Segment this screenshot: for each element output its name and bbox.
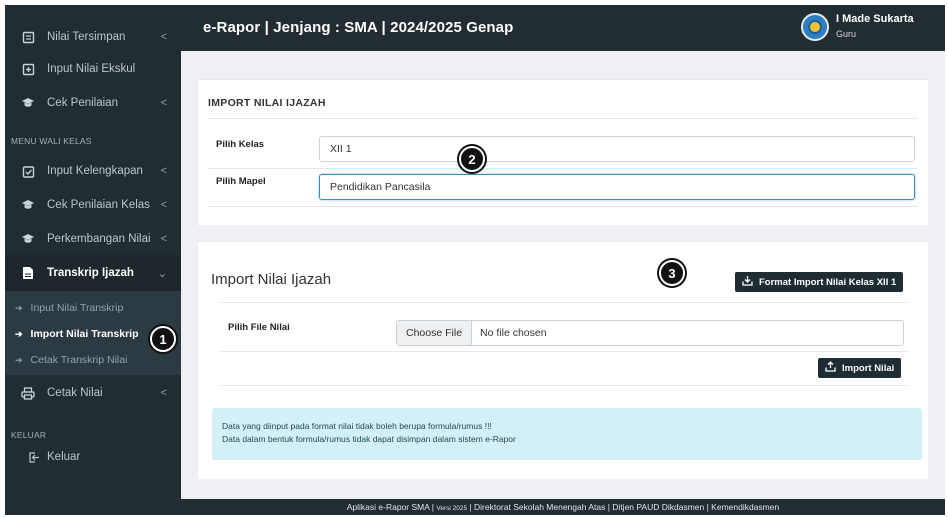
divider (220, 385, 908, 386)
format-import-label: Format Import Nilai Kelas XII 1 (759, 276, 897, 288)
import-nilai-button[interactable]: Import Nilai (818, 358, 902, 378)
file-input[interactable]: Choose File No file chosen (396, 320, 904, 346)
alert-line: Data dalam bentuk formula/rumus tidak da… (222, 434, 516, 444)
chevron-left-icon: < (160, 165, 167, 177)
arrow-right-icon: ➔ (15, 354, 23, 365)
sidebar-section-header: KELUAR (11, 430, 47, 440)
graduation-cap-icon (21, 198, 35, 212)
step-badge-3: 3 (659, 260, 685, 286)
footer-app: Aplikasi e-Rapor SMA | (346, 502, 437, 512)
sidebar-item-label: Perkembangan Nilai (47, 233, 151, 245)
download-icon (742, 275, 753, 289)
divider (220, 302, 908, 303)
submenu-item-input-nilai-transkrip[interactable]: ➔ Input Nilai Transkrip (5, 295, 181, 321)
arrow-right-icon: ➔ (15, 328, 23, 339)
chevron-left-icon: < (160, 97, 167, 109)
footer-version: Versi 2025 (436, 505, 468, 512)
sidebar-item-cek-penilaian[interactable]: Cek Penilaian < (5, 85, 181, 121)
submenu-item-label: Import Nilai Transkrip (30, 328, 139, 340)
user-name[interactable]: I Made Sukarta (836, 13, 914, 25)
panel-title: Import Nilai Ijazah (211, 271, 332, 288)
step-badge-2: 2 (459, 146, 485, 172)
divider (208, 206, 918, 207)
sidebar-item-input-kelengkapan[interactable]: Input Kelengkapan < (5, 153, 181, 189)
sidebar-item-cetak-nilai[interactable]: Cetak Nilai < (5, 375, 181, 411)
import-nilai-label: Import Nilai (842, 362, 895, 374)
page-title: e-Rapor | Jenjang : SMA | 2024/2025 Gena… (203, 19, 514, 36)
user-role: Guru (836, 29, 857, 39)
panel-title: IMPORT NILAI IJAZAH (208, 97, 326, 109)
sidebar-item-nilai-tersimpan[interactable]: Nilai Tersimpan < (5, 19, 181, 55)
sidebar-item-label: Cek Penilaian Kelas (47, 199, 150, 211)
sidebar-item-keluar[interactable]: Keluar (5, 442, 181, 472)
sidebar-item-label: Nilai Tersimpan (47, 31, 126, 43)
clipboard-check-icon (21, 164, 35, 178)
sidebar-item-cek-penilaian-kelas[interactable]: Cek Penilaian Kelas < (5, 187, 181, 223)
divider (220, 351, 908, 352)
printer-icon (21, 386, 35, 400)
file-label: Pilih File Nilai (228, 322, 290, 333)
arrow-right-icon: ➔ (15, 302, 23, 313)
graduation-cap-icon (21, 232, 35, 246)
format-import-button[interactable]: Format Import Nilai Kelas XII 1 (735, 272, 904, 292)
upload-icon (825, 361, 836, 375)
mapel-select[interactable]: Pendidikan Pancasila (319, 174, 915, 200)
import-nilai-panel: Import Nilai Ijazah Format Import Nilai … (198, 241, 928, 479)
step-badge-1: 1 (150, 326, 176, 352)
app-window: Nilai Tersimpan < Input Nilai Ekskul Cek… (0, 0, 948, 517)
divider (208, 118, 918, 119)
logout-icon (27, 450, 41, 464)
sidebar-item-label: Input Kelengkapan (47, 165, 143, 177)
choose-file-button[interactable]: Choose File (397, 321, 473, 345)
mapel-select-value: Pendidikan Pancasila (330, 181, 431, 193)
submenu-item-cetak-transkrip-nilai[interactable]: ➔ Cetak Transkrip Nilai (5, 347, 181, 373)
chevron-down-icon: ⌄ (157, 267, 167, 280)
footer: Aplikasi e-Rapor SMA | Versi 2025 | Dire… (181, 499, 945, 515)
chevron-left-icon: < (160, 31, 167, 43)
sidebar-item-input-nilai-ekskul[interactable]: Input Nilai Ekskul (5, 51, 181, 87)
chevron-left-icon: < (160, 199, 167, 211)
sidebar-item-label: Cek Penilaian (47, 97, 118, 109)
plus-box-icon (21, 62, 35, 76)
sidebar: Nilai Tersimpan < Input Nilai Ekskul Cek… (5, 5, 181, 515)
graduation-cap-icon (21, 96, 35, 110)
sidebar-item-transkrip-ijazah[interactable]: Transkrip Ijazah ⌄ (5, 255, 181, 291)
submenu-item-label: Input Nilai Transkrip (30, 302, 124, 314)
tut-wuri-logo-icon (808, 20, 822, 34)
chevron-left-icon: < (160, 387, 167, 399)
sidebar-item-label: Transkrip Ijazah (47, 267, 134, 279)
kelas-select[interactable]: XII 1 (319, 136, 915, 162)
kelas-label: Pilih Kelas (216, 139, 265, 150)
chevron-left-icon: < (160, 233, 167, 245)
submenu-item-label: Cetak Transkrip Nilai (30, 354, 128, 366)
avatar[interactable] (801, 13, 829, 41)
import-nilai-ijazah-panel: IMPORT NILAI IJAZAH Pilih Kelas XII 1 Pi… (198, 79, 928, 225)
sidebar-section-header: MENU WALI KELAS (11, 136, 92, 146)
page-frame: Nilai Tersimpan < Input Nilai Ekskul Cek… (5, 5, 945, 515)
document-icon (21, 30, 35, 44)
info-alert: Data yang diinput pada format nilai tida… (212, 408, 922, 460)
top-header: e-Rapor | Jenjang : SMA | 2024/2025 Gena… (181, 5, 945, 51)
divider (208, 168, 918, 169)
alert-line: Data yang diinput pada format nilai tida… (222, 421, 492, 431)
kelas-select-value: XII 1 (330, 143, 352, 155)
sidebar-item-label: Input Nilai Ekskul (47, 63, 136, 75)
file-icon (21, 266, 35, 280)
file-status: No file chosen (480, 327, 547, 339)
sidebar-item-label: Cetak Nilai (47, 387, 103, 399)
sidebar-item-perkembangan-nilai[interactable]: Perkembangan Nilai < (5, 221, 181, 257)
footer-org: | Direktorat Sekolah Menengah Atas | Dit… (467, 502, 780, 512)
sidebar-item-label: Keluar (47, 451, 81, 463)
mapel-label: Pilih Mapel (216, 176, 266, 187)
